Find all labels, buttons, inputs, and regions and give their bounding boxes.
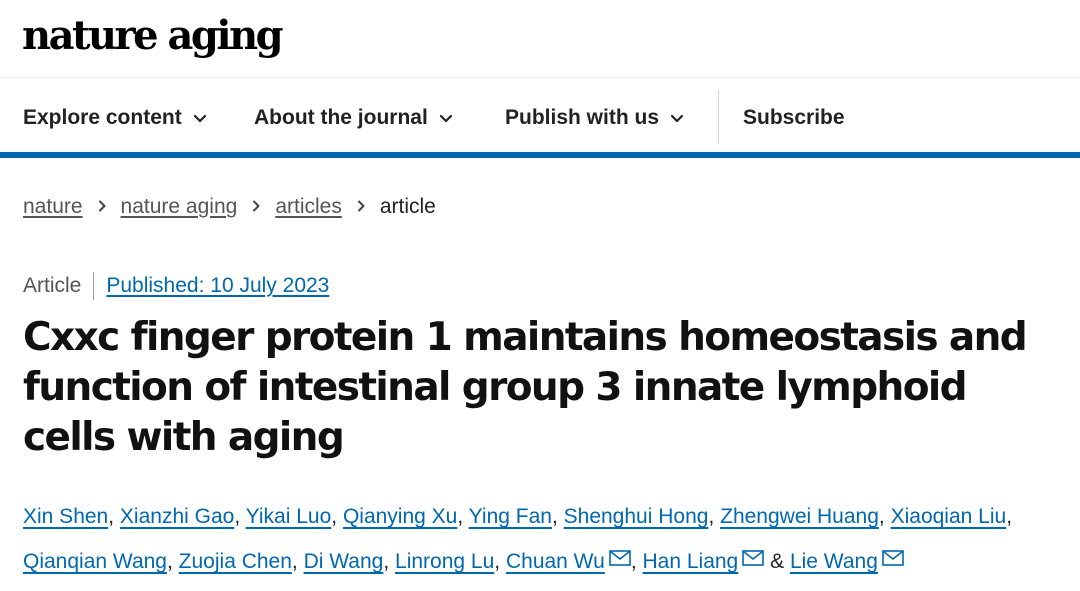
author-separator: ,	[331, 505, 338, 528]
chevron-right-icon	[249, 195, 263, 219]
chevron-down-icon	[438, 110, 454, 126]
mail-icon[interactable]	[882, 550, 904, 566]
author-separator: ,	[630, 550, 637, 573]
main-nav: Explore content About the journal Publis…	[0, 78, 1080, 158]
author-list: Xin Shen, Xianzhi Gao, Yikai Luo, Qianyi…	[23, 494, 1063, 584]
chevron-down-icon	[669, 110, 685, 126]
meta-divider	[93, 272, 95, 300]
nav-divider	[718, 90, 719, 144]
author-separator: ,	[383, 550, 390, 573]
published-date-link[interactable]: Published: 10 July 2023	[106, 274, 329, 298]
breadcrumb-link-nature[interactable]: nature	[23, 195, 83, 219]
author-separator: ,	[291, 550, 298, 573]
breadcrumb: nature nature aging articles article	[23, 192, 436, 222]
author-separator: ,	[494, 550, 501, 573]
article-type: Article	[23, 274, 82, 297]
site-header: nature aging	[0, 0, 1080, 78]
author-link[interactable]: Xianzhi Gao	[120, 505, 234, 528]
author-separator: ,	[1006, 505, 1013, 528]
chevron-down-icon	[192, 110, 208, 126]
breadcrumb-link-articles[interactable]: articles	[275, 195, 342, 219]
breadcrumb-link-nature-aging[interactable]: nature aging	[121, 195, 238, 219]
author-link[interactable]: Yikai Luo	[246, 505, 332, 528]
author-link[interactable]: Shenghui Hong	[564, 505, 709, 528]
author-separator: ,	[551, 505, 558, 528]
author-link[interactable]: Qianqian Wang	[23, 550, 167, 573]
author-link[interactable]: Qianying Xu	[343, 505, 457, 528]
nav-item-label: Explore content	[23, 106, 182, 129]
author-link[interactable]: Ying Fan	[469, 505, 552, 528]
chevron-right-icon	[354, 195, 368, 219]
article-title: Cxxc finger protein 1 maintains homeosta…	[23, 315, 1028, 460]
author-separator: ,	[234, 505, 241, 528]
author-link[interactable]: Lie Wang	[790, 550, 878, 573]
author-link[interactable]: Zuojia Chen	[179, 550, 292, 573]
author-conjunction: &	[770, 550, 785, 573]
nav-item-label: About the journal	[254, 106, 428, 129]
subscribe-label: Subscribe	[743, 106, 845, 129]
author-separator: ,	[878, 505, 885, 528]
author-link[interactable]: Xin Shen	[23, 505, 108, 528]
author-separator: ,	[708, 505, 715, 528]
nav-item-label: Publish with us	[505, 106, 660, 129]
author-link[interactable]: Zhengwei Huang	[720, 505, 879, 528]
author-link[interactable]: Di Wang	[304, 550, 384, 573]
author-link[interactable]: Han Liang	[643, 550, 739, 573]
breadcrumb-current: article	[379, 195, 436, 218]
nav-subscribe[interactable]: Subscribe	[743, 102, 845, 134]
nav-about-the-journal[interactable]: About the journal	[254, 102, 454, 134]
author-link[interactable]: Chuan Wu	[506, 550, 605, 573]
chevron-right-icon	[95, 195, 109, 219]
author-separator: ,	[108, 505, 115, 528]
mail-icon[interactable]	[742, 550, 765, 566]
article-meta: Article Published: 10 July 2023	[23, 271, 329, 301]
author-separator: ,	[457, 505, 464, 528]
author-link[interactable]: Xiaoqian Liu	[891, 505, 1007, 528]
author-separator: ,	[166, 550, 173, 573]
nav-publish-with-us[interactable]: Publish with us	[505, 102, 685, 134]
site-logo[interactable]: nature aging	[22, 10, 284, 62]
author-link[interactable]: Linrong Lu	[395, 550, 494, 573]
mail-icon[interactable]	[609, 550, 631, 566]
nav-explore-content[interactable]: Explore content	[23, 102, 208, 134]
